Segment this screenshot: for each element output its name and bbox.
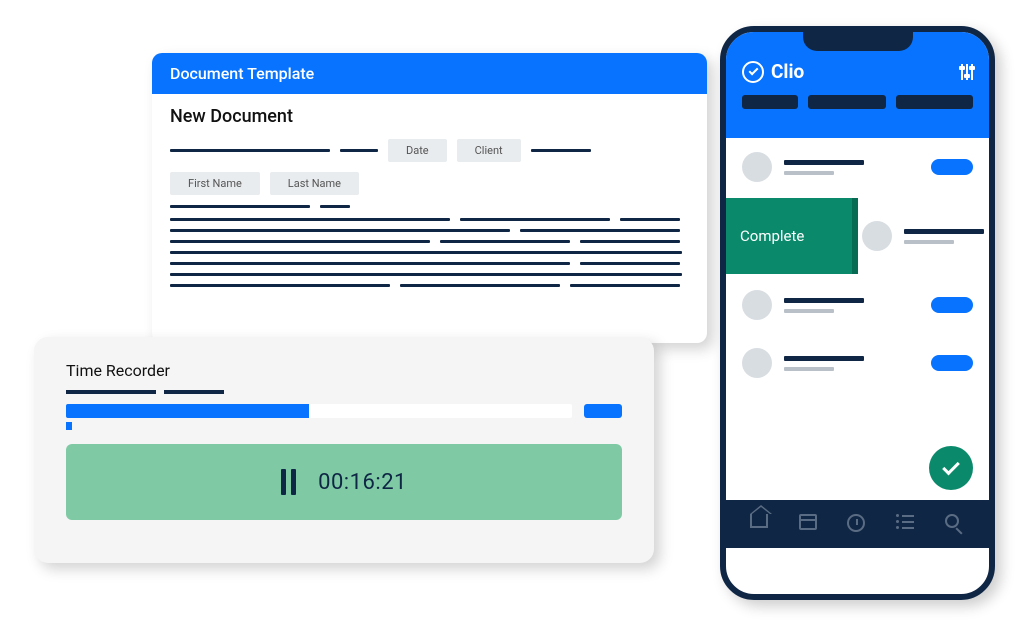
nav-calendar-icon[interactable] bbox=[799, 514, 819, 534]
avatar bbox=[742, 152, 772, 182]
timer-progress-bar[interactable] bbox=[66, 404, 572, 418]
timer-title: Time Recorder bbox=[66, 361, 622, 380]
timer-display[interactable]: 00:16:21 bbox=[66, 444, 622, 520]
document-title: New Document bbox=[170, 106, 689, 127]
mobile-tab[interactable] bbox=[896, 95, 973, 109]
timer-tick-mark bbox=[66, 422, 72, 430]
timer-subtitle-blocks bbox=[66, 390, 622, 394]
mobile-tabs bbox=[742, 95, 973, 109]
placeholder-line bbox=[320, 205, 350, 208]
list-item-text bbox=[784, 356, 919, 371]
check-icon bbox=[942, 457, 960, 475]
timer-elapsed: 00:16:21 bbox=[318, 470, 407, 495]
document-template-card: Document Template New Document Date Clie… bbox=[152, 53, 707, 343]
mobile-bottom-nav bbox=[726, 500, 989, 548]
mobile-tab-active[interactable] bbox=[742, 95, 798, 109]
document-body: New Document Date Client First Name Last… bbox=[152, 94, 707, 287]
placeholder-line bbox=[170, 205, 310, 208]
list-item[interactable] bbox=[726, 276, 989, 334]
settings-icon[interactable] bbox=[961, 64, 973, 80]
mobile-list: Complete bbox=[726, 138, 989, 548]
mobile-tab[interactable] bbox=[808, 95, 885, 109]
brand-check-icon bbox=[742, 61, 764, 83]
nav-search-icon[interactable] bbox=[945, 514, 965, 534]
document-header: Document Template bbox=[152, 53, 707, 94]
document-paragraphs bbox=[170, 218, 689, 287]
placeholder-line bbox=[531, 149, 591, 152]
brand-name: Clio bbox=[771, 60, 804, 83]
complete-action[interactable]: Complete bbox=[726, 198, 852, 274]
nav-list-icon[interactable] bbox=[896, 514, 916, 534]
field-last-name[interactable]: Last Name bbox=[270, 172, 359, 195]
timer-progress-fill bbox=[66, 404, 309, 418]
list-item-text bbox=[784, 298, 919, 313]
avatar bbox=[742, 290, 772, 320]
nav-clock-icon[interactable] bbox=[847, 514, 867, 534]
avatar bbox=[742, 348, 772, 378]
list-item-text bbox=[904, 229, 984, 244]
mobile-device: Clio Complete bbox=[720, 26, 995, 600]
list-item[interactable] bbox=[726, 138, 989, 196]
brand-logo: Clio bbox=[742, 60, 804, 83]
phone-notch bbox=[803, 31, 913, 51]
placeholder-line bbox=[170, 149, 330, 152]
complete-label: Complete bbox=[740, 227, 804, 245]
placeholder-line bbox=[340, 149, 378, 152]
field-date[interactable]: Date bbox=[388, 139, 447, 162]
pause-icon bbox=[281, 469, 296, 495]
timer-action-button[interactable] bbox=[584, 404, 622, 418]
list-item-badge[interactable] bbox=[931, 159, 973, 175]
list-item-swiped[interactable]: Complete bbox=[726, 198, 989, 274]
field-first-name[interactable]: First Name bbox=[170, 172, 260, 195]
nav-home-icon[interactable] bbox=[750, 514, 770, 534]
list-item[interactable] bbox=[726, 334, 989, 392]
fab-complete-button[interactable] bbox=[929, 446, 973, 490]
list-item-badge[interactable] bbox=[931, 297, 973, 313]
time-recorder-card: Time Recorder 00:16:21 bbox=[34, 337, 654, 563]
list-item-badge[interactable] bbox=[931, 355, 973, 371]
list-item-text bbox=[784, 160, 919, 175]
field-client[interactable]: Client bbox=[457, 139, 521, 162]
avatar bbox=[862, 221, 892, 251]
